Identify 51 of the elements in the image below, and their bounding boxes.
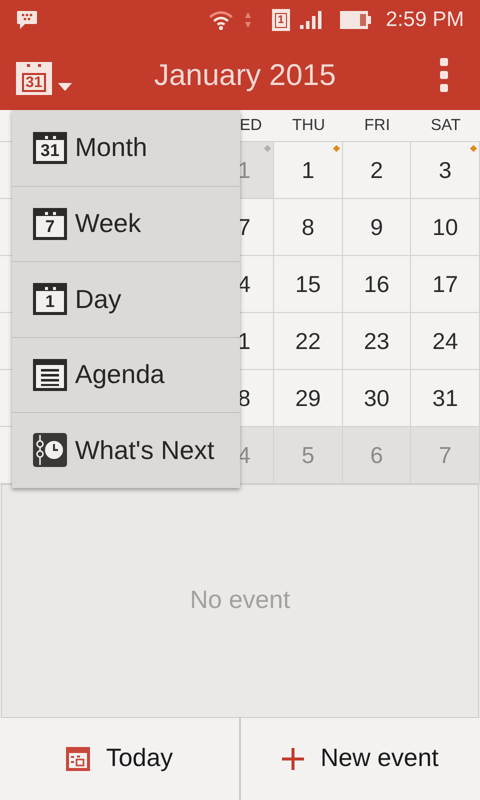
weekday-label: ED: [240, 116, 262, 136]
day-number: 16: [364, 270, 390, 299]
day-number: 6: [370, 440, 384, 470]
day-number: 8: [302, 212, 314, 242]
day-number: 22: [295, 326, 321, 356]
day-number: 10: [432, 212, 458, 242]
sim-icon: 1: [272, 9, 290, 31]
more-options-button[interactable]: [438, 58, 450, 92]
battery-icon: [340, 10, 372, 30]
weekday-label: FRI: [364, 116, 390, 136]
day-number: 30: [364, 384, 390, 413]
calendar-icon: 1: [33, 283, 67, 316]
chat-bubble-icon: [16, 10, 38, 30]
day-number: 7: [238, 212, 250, 242]
day-number: 7: [438, 440, 452, 470]
calendar-icon: 31: [33, 132, 67, 164]
new-event-button[interactable]: New event: [241, 718, 480, 800]
view-menu-item[interactable]: Agenda: [12, 336, 240, 412]
view-menu-item[interactable]: 1 Day: [12, 261, 240, 336]
view-menu-item[interactable]: 31 Month: [12, 110, 240, 186]
empty-message: No event: [190, 585, 290, 616]
signal-icon: [300, 10, 322, 30]
plus-icon: [282, 748, 304, 770]
day-number: 24: [432, 326, 458, 356]
calendar-icon: 7: [33, 208, 67, 240]
view-menu-item[interactable]: What's Next: [12, 412, 240, 488]
data-arrows-icon: [244, 11, 252, 29]
day-number: 31: [432, 384, 458, 413]
day-number: 1: [302, 156, 314, 185]
day-number: 15: [295, 270, 321, 299]
day-number: 5: [302, 440, 314, 470]
view-switcher-button[interactable]: 31: [16, 55, 72, 95]
view-menu-item[interactable]: 7 Week: [12, 186, 240, 261]
timeline-clock-icon: [33, 433, 67, 468]
month-title: January 2015: [154, 58, 336, 94]
day-number: 1: [238, 326, 250, 356]
dropdown-caret-icon: [58, 83, 72, 91]
day-number: 23: [364, 326, 390, 356]
weekday-label: THU: [292, 116, 325, 136]
day-number: 17: [432, 270, 458, 299]
today-button[interactable]: Today: [0, 718, 241, 800]
day-number: 3: [438, 156, 452, 185]
wifi-icon: [208, 10, 234, 30]
day-number: 9: [370, 212, 384, 242]
day-number: 2: [370, 156, 384, 185]
clock-time: 2:59 PM: [386, 7, 464, 34]
day-number: 29: [295, 384, 321, 413]
calendar-icon: [66, 747, 90, 771]
calendar-icon: 31: [16, 62, 52, 95]
day-number: 1: [238, 156, 250, 185]
weekday-label: SAT: [430, 116, 461, 136]
